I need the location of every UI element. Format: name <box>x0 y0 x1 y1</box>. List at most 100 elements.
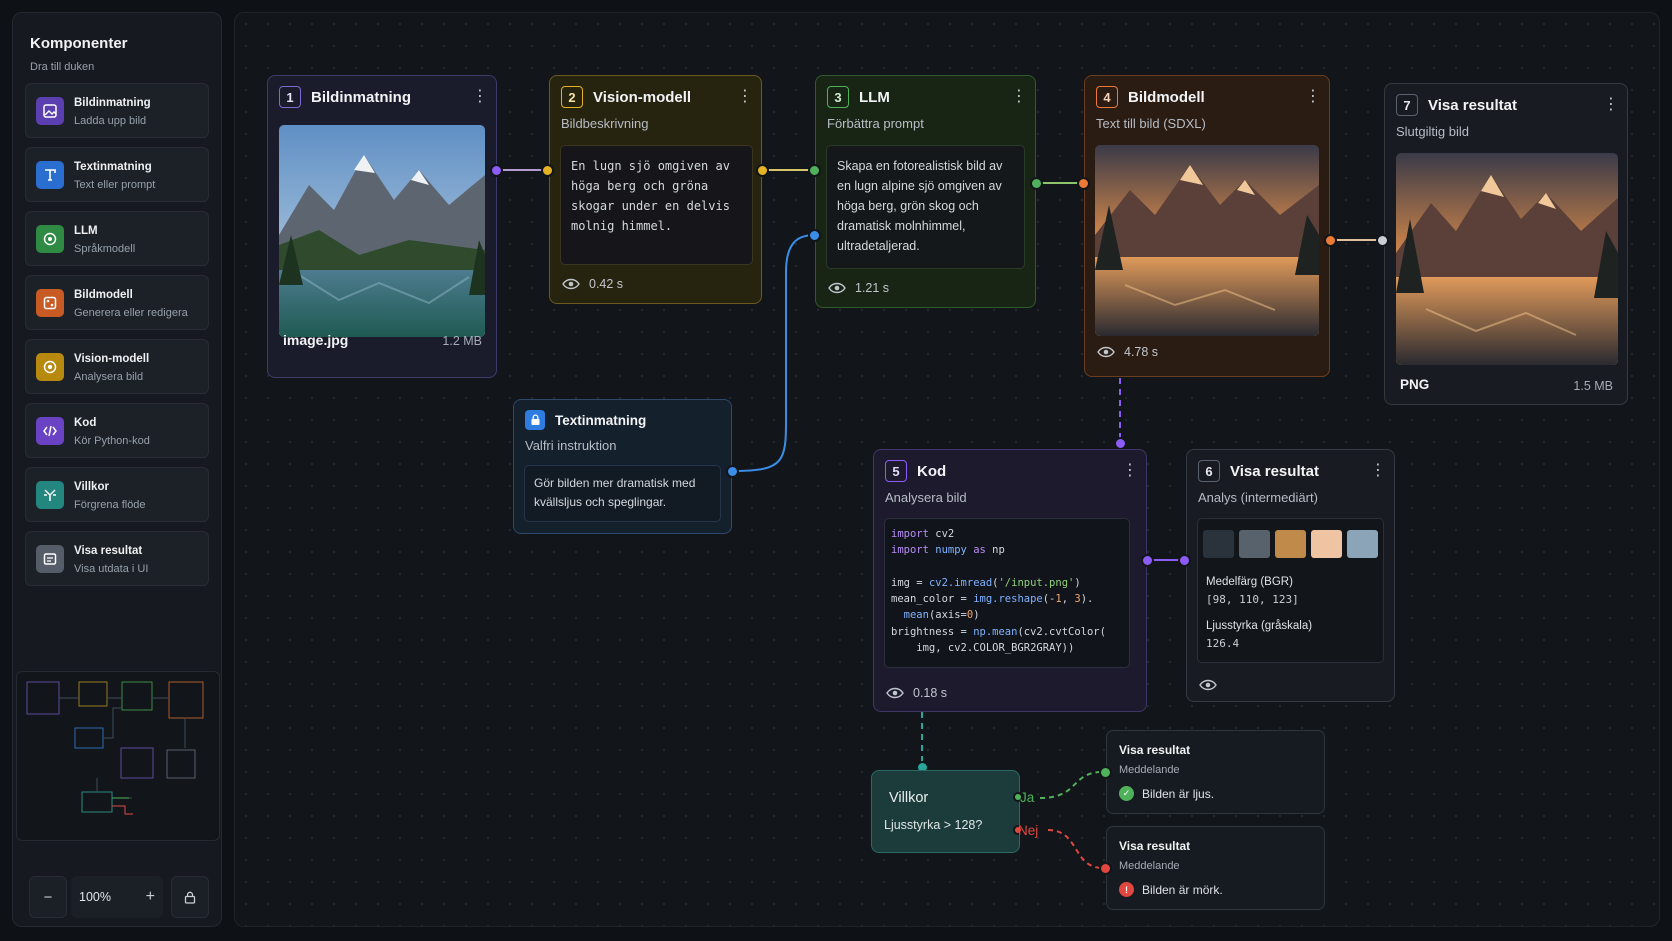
node-subtitle: Meddelande <box>1119 764 1180 776</box>
node-menu-button[interactable]: ⋮ <box>1305 86 1321 108</box>
node-menu-button[interactable]: ⋮ <box>737 86 753 108</box>
llm-icon <box>36 225 64 253</box>
node-image-model[interactable]: 4 Bildmodell ⋮ Text till bild (SDXL) 4.78… <box>1084 75 1330 377</box>
port-n4-out[interactable] <box>1324 234 1337 247</box>
node-vision-model[interactable]: 2 Vision-modell ⋮ Bildbeskrivning En lugn… <box>549 75 762 304</box>
code-icon <box>36 417 64 445</box>
palette-icon <box>36 289 64 317</box>
port-n2-out[interactable] <box>756 164 769 177</box>
component-image-input[interactable]: Bildinmatning Ladda upp bild <box>25 83 209 138</box>
node-condition[interactable]: Villkor Ljusstyrka > 128? <box>871 770 1020 853</box>
component-condition[interactable]: Villkor Förgrena flöde <box>25 467 209 522</box>
message-text: Bilden är mörk. <box>1142 882 1223 897</box>
node-display-analysis[interactable]: 6 Visa resultat ⋮ Analys (intermediärt) M… <box>1186 449 1395 702</box>
check-icon: ✓ <box>1119 786 1134 801</box>
node-subtitle: Valfri instruktion <box>525 438 617 453</box>
component-subtitle: Analysera bild <box>74 371 144 383</box>
node-title: Visa resultat <box>1119 839 1191 853</box>
sidebar-subtitle: Dra till duken <box>30 61 95 73</box>
component-title: Villkor <box>74 481 109 493</box>
port-n3-in-text[interactable] <box>808 229 821 242</box>
port-n1-out[interactable] <box>490 164 503 177</box>
component-title: LLM <box>74 225 98 237</box>
node-code[interactable]: 5 Kod ⋮ Analysera bild import cv2 import … <box>873 449 1147 712</box>
result-format: PNG <box>1400 377 1430 392</box>
code-editor[interactable]: import cv2 import numpy as np img = cv2.… <box>884 518 1130 668</box>
component-image-model[interactable]: Bildmodell Generera eller redigera <box>25 275 209 330</box>
components-sidebar: Komponenter Dra till duken Bildinmatning… <box>12 12 222 927</box>
component-subtitle: Förgrena flöde <box>74 499 146 511</box>
color-swatch <box>1203 530 1234 558</box>
node-text-input[interactable]: Textinmatning Valfri instruktion Gör bil… <box>513 399 732 534</box>
component-subtitle: Generera eller redigera <box>74 307 188 319</box>
minimap[interactable] <box>16 671 220 841</box>
port-n3-out[interactable] <box>1030 177 1043 190</box>
node-number: 2 <box>561 86 583 108</box>
node-menu-button[interactable]: ⋮ <box>1011 86 1027 108</box>
component-title: Bildmodell <box>74 289 133 301</box>
brightness-value: 126.4 <box>1206 637 1240 650</box>
node-timing: 1.21 s <box>828 281 889 295</box>
node-title: Visa resultat <box>1428 96 1517 114</box>
component-title: Bildinmatning <box>74 97 151 109</box>
node-menu-button[interactable]: ⋮ <box>472 86 488 108</box>
component-vision-model[interactable]: Vision-modell Analysera bild <box>25 339 209 394</box>
text-input-value[interactable]: Gör bilden mer dramatisk med kvällsljus … <box>524 465 721 522</box>
node-menu-button[interactable]: ⋮ <box>1122 460 1138 482</box>
node-subtitle: Meddelande <box>1119 860 1180 872</box>
node-subtitle: Slutgiltig bild <box>1396 124 1469 139</box>
zoom-out-button[interactable]: − <box>29 876 67 918</box>
node-menu-button[interactable]: ⋮ <box>1603 94 1619 116</box>
eye-icon <box>562 278 580 290</box>
alert-icon: ! <box>1119 882 1134 897</box>
node-title: Kod <box>917 462 947 480</box>
node-timing: 0.42 s <box>562 277 623 291</box>
display-icon <box>36 545 64 573</box>
llm-output-text: Skapa en fotorealistisk bild av en lugn … <box>826 145 1025 269</box>
component-title: Visa resultat <box>74 545 143 557</box>
port-n3-in[interactable] <box>808 164 821 177</box>
node-number: 7 <box>1396 94 1418 116</box>
port-n5-out[interactable] <box>1141 554 1154 567</box>
node-message-yes[interactable]: Visa resultat Meddelande ✓ Bilden är ljus… <box>1106 730 1325 814</box>
node-subtitle: Analys (intermediärt) <box>1198 490 1318 505</box>
node-subtitle: Text till bild (SDXL) <box>1096 116 1206 131</box>
image-size: 1.2 MB <box>442 334 482 348</box>
node-image-input[interactable]: 1 Bildinmatning ⋮ image.jpg 1.2 MB <box>267 75 497 378</box>
eye-icon[interactable] <box>1199 678 1217 696</box>
port-n6-in[interactable] <box>1178 554 1191 567</box>
sidebar-title: Komponenter <box>30 35 128 52</box>
port-n7-in[interactable] <box>1376 234 1389 247</box>
component-subtitle: Text eller prompt <box>74 179 156 191</box>
node-message-no[interactable]: Visa resultat Meddelande ! Bilden är mörk… <box>1106 826 1325 910</box>
component-text-input[interactable]: Textinmatning Text eller prompt <box>25 147 209 202</box>
zoom-in-button[interactable]: + <box>146 888 155 906</box>
node-llm[interactable]: 3 LLM ⋮ Förbättra prompt Skapa en fotorea… <box>815 75 1036 308</box>
image-filename: image.jpg <box>283 332 349 348</box>
port-n2-in[interactable] <box>541 164 554 177</box>
port-msg-no-in[interactable] <box>1099 862 1112 875</box>
result-size: 1.5 MB <box>1573 379 1613 393</box>
node-timing: 4.78 s <box>1097 345 1158 359</box>
component-display-result[interactable]: Visa resultat Visa utdata i UI <box>25 531 209 586</box>
lock-button[interactable] <box>171 876 209 918</box>
zoom-controls: − 100% + <box>29 876 209 918</box>
timing-value: 4.78 s <box>1124 345 1159 359</box>
zoom-level-label: 100% <box>79 890 111 904</box>
eye-icon <box>1097 346 1115 358</box>
message-text: Bilden är ljus. <box>1142 786 1215 801</box>
condition-expression: Ljusstyrka > 128? <box>884 818 983 832</box>
timing-value: 1.21 s <box>855 281 890 295</box>
text-icon <box>36 161 64 189</box>
node-title: Villkor <box>889 790 929 806</box>
component-code[interactable]: Kod Kör Python-kod <box>25 403 209 458</box>
port-n4-in[interactable] <box>1077 177 1090 190</box>
node-number: 1 <box>279 86 301 108</box>
port-text-out[interactable] <box>726 465 739 478</box>
node-menu-button[interactable]: ⋮ <box>1370 460 1386 482</box>
component-llm[interactable]: LLM Språkmodell <box>25 211 209 266</box>
node-display-final[interactable]: 7 Visa resultat ⋮ Slutgiltig bild PNG 1.5… <box>1384 83 1628 405</box>
mean-color-label: Medelfärg (BGR) <box>1206 576 1293 588</box>
color-swatch <box>1275 530 1306 558</box>
port-msg-yes-in[interactable] <box>1099 766 1112 779</box>
